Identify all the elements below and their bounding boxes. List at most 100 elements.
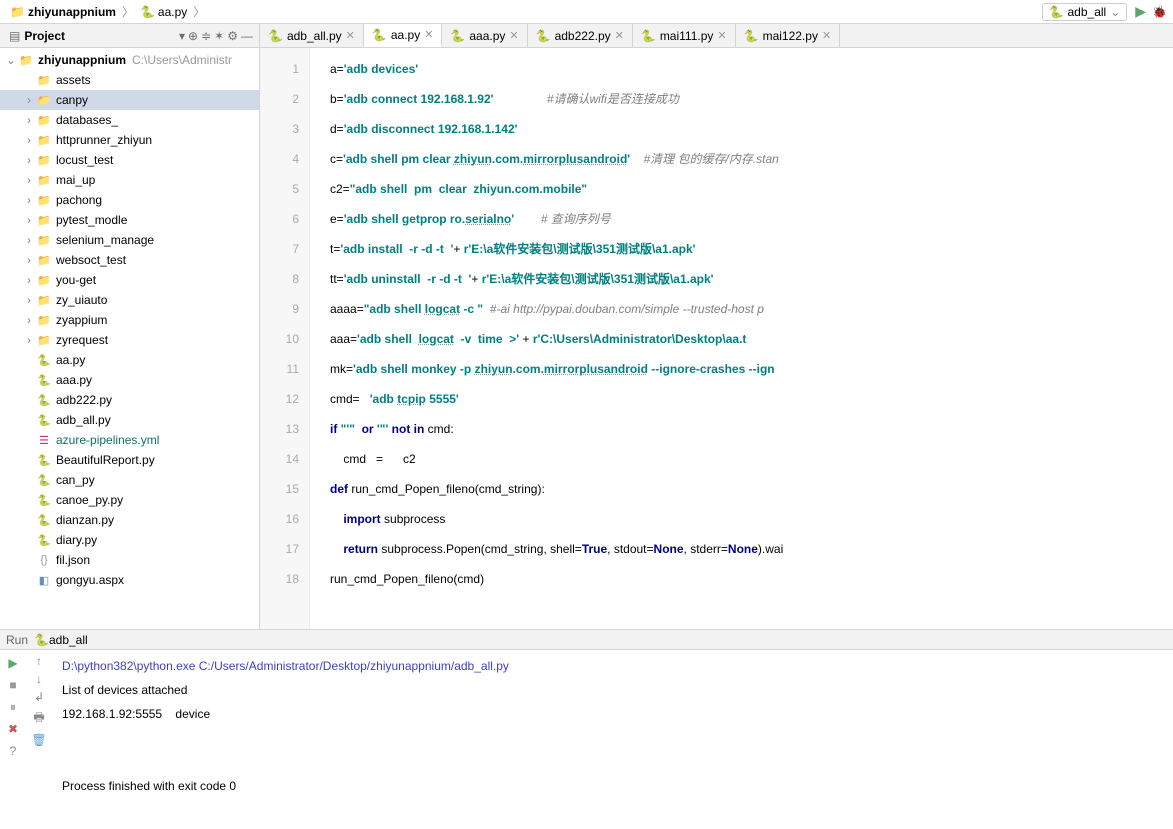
expander-icon[interactable]: › (22, 233, 36, 247)
tree-folder-item[interactable]: 📁assets (0, 70, 259, 90)
code-line[interactable]: a='adb devices' (330, 54, 1173, 84)
stop-button[interactable]: ■ (4, 676, 22, 694)
tree-folder-item[interactable]: ›📁mai_up (0, 170, 259, 190)
code-line[interactable]: if "'" or '"' not in cmd: (330, 414, 1173, 444)
tree-file-item[interactable]: 🐍diary.py (0, 530, 259, 550)
line-number: 15 (260, 474, 299, 504)
expander-icon[interactable]: › (22, 273, 36, 287)
select-opened-file-icon[interactable]: ⊕ (188, 29, 198, 43)
console-output[interactable]: D:\python382\python.exe C:/Users/Adminis… (52, 650, 1173, 829)
tree-file-item[interactable]: 🐍canoe_py.py (0, 490, 259, 510)
code-line[interactable]: run_cmd_Popen_fileno(cmd) (330, 564, 1173, 594)
code-line[interactable]: tt='adb uninstall -r -d -t '+ r'E:\a软件安装… (330, 264, 1173, 294)
close-tab-icon[interactable]: ✕ (346, 29, 355, 42)
expand-all-icon[interactable]: ≑ (201, 29, 211, 43)
tree-file-item[interactable]: 🐍dianzan.py (0, 510, 259, 530)
expander-icon[interactable]: › (22, 253, 36, 267)
tree-folder-item[interactable]: ›📁canpy (0, 90, 259, 110)
tree-file-item[interactable]: 🐍aa.py (0, 350, 259, 370)
expander-icon[interactable]: › (22, 293, 36, 307)
code-line[interactable]: b='adb connect 192.168.1.92' #请确认wifi是否连… (330, 84, 1173, 114)
code-line[interactable]: t='adb install -r -d -t '+ r'E:\a软件安装包\测… (330, 234, 1173, 264)
expander-icon[interactable]: › (22, 133, 36, 147)
tree-folder-item[interactable]: ›📁websoct_test (0, 250, 259, 270)
tree-file-item[interactable]: 🐍can_py (0, 470, 259, 490)
editor-tab[interactable]: 🐍mai111.py✕ (633, 24, 736, 47)
code-line[interactable]: e='adb shell getprop ro.serialno' # 查询序列… (330, 204, 1173, 234)
clear-button[interactable]: 🗑 (31, 733, 46, 747)
tree-file-item[interactable]: 🐍BeautifulReport.py (0, 450, 259, 470)
project-view-icon[interactable]: ▤ (9, 29, 20, 43)
close-tab-icon[interactable]: ✕ (509, 29, 518, 42)
editor-tab[interactable]: 🐍adb_all.py✕ (260, 24, 364, 47)
project-tree[interactable]: ⌄ 📁 zhiyunappnium C:\Users\Administr 📁as… (0, 48, 259, 629)
down-stack-button[interactable]: ↓ (36, 672, 42, 686)
code-line[interactable]: import subprocess (330, 504, 1173, 534)
editor-tab[interactable]: 🐍aaa.py✕ (442, 24, 527, 47)
expander-icon[interactable]: › (22, 173, 36, 187)
code-editor[interactable]: 123456789101112131415161718 a='adb devic… (260, 48, 1173, 629)
tree-folder-item[interactable]: ›📁pachong (0, 190, 259, 210)
tree-folder-item[interactable]: ›📁httprunner_zhiyun (0, 130, 259, 150)
tree-folder-item[interactable]: ›📁selenium_manage (0, 230, 259, 250)
breadcrumb-root[interactable]: 📁 zhiyunappnium (6, 3, 120, 21)
code-line[interactable]: return subprocess.Popen(cmd_string, shel… (330, 534, 1173, 564)
close-tab-icon[interactable]: ✕ (822, 29, 831, 42)
tree-file-item[interactable]: 🐍adb_all.py (0, 410, 259, 430)
editor-tab[interactable]: 🐍adb222.py✕ (528, 24, 633, 47)
expander-icon[interactable]: › (22, 93, 36, 107)
tree-file-item[interactable]: 🐍aaa.py (0, 370, 259, 390)
expander-icon[interactable]: › (22, 333, 36, 347)
exit-button[interactable]: ✖ (4, 720, 22, 738)
close-tab-icon[interactable]: ✕ (424, 28, 433, 41)
collapse-all-icon[interactable]: ✶ (214, 29, 224, 43)
code-line[interactable]: c2="adb shell pm clear zhiyun.com.mobile… (330, 174, 1173, 204)
dropdown-arrow-icon[interactable]: ▾ (179, 29, 185, 43)
code-line[interactable]: c='adb shell pm clear zhiyun.com.mirrorp… (330, 144, 1173, 174)
code-line[interactable]: def run_cmd_Popen_fileno(cmd_string): (330, 474, 1173, 504)
code-line[interactable]: aaa='adb shell logcat -v time >' + r'C:\… (330, 324, 1173, 354)
rerun-button[interactable]: ▶ (4, 654, 22, 672)
run-panel-config-label: adb_all (49, 633, 88, 647)
tree-folder-item[interactable]: ›📁zy_uiauto (0, 290, 259, 310)
expander-icon[interactable]: › (22, 313, 36, 327)
editor-code-area[interactable]: a='adb devices'b='adb connect 192.168.1.… (310, 48, 1173, 629)
code-line[interactable]: aaaa="adb shell logcat -c " #-ai http://… (330, 294, 1173, 324)
breadcrumb-file[interactable]: 🐍 aa.py (136, 3, 191, 21)
code-line[interactable]: d='adb disconnect 192.168.1.142' (330, 114, 1173, 144)
code-line[interactable]: cmd = c2 (330, 444, 1173, 474)
tree-file-item[interactable]: ◧gongyu.aspx (0, 570, 259, 590)
tree-file-item[interactable]: 🐍adb222.py (0, 390, 259, 410)
expander-icon[interactable]: › (22, 193, 36, 207)
tree-folder-item[interactable]: ›📁you-get (0, 270, 259, 290)
close-tab-icon[interactable]: ✕ (615, 29, 624, 42)
tree-folder-item[interactable]: ›📁zyappium (0, 310, 259, 330)
debug-button[interactable]: 🐞 (1152, 5, 1167, 19)
hide-panel-icon[interactable]: — (241, 29, 253, 43)
tree-file-item[interactable]: {}fil.json (0, 550, 259, 570)
expander-icon[interactable]: ⌄ (4, 53, 18, 67)
help-button[interactable]: ? (4, 742, 22, 760)
editor-tab[interactable]: 🐍aa.py✕ (364, 24, 443, 47)
pause-button[interactable]: ⏸ (4, 698, 22, 716)
tree-folder-item[interactable]: ›📁databases_ (0, 110, 259, 130)
print-button[interactable]: 🖶 (33, 708, 44, 729)
tree-folder-item[interactable]: ›📁locust_test (0, 150, 259, 170)
soft-wrap-button[interactable]: ↲ (34, 690, 44, 704)
expander-icon[interactable]: › (22, 113, 36, 127)
up-stack-button[interactable]: ↑ (36, 654, 42, 668)
expander-icon[interactable]: › (22, 153, 36, 167)
run-configuration-selector[interactable]: 🐍 adb_all ⌄ (1042, 3, 1128, 21)
tree-file-item[interactable]: ☰azure-pipelines.yml (0, 430, 259, 450)
close-tab-icon[interactable]: ✕ (717, 29, 726, 42)
editor-tab[interactable]: 🐍mai122.py✕ (736, 24, 841, 47)
tree-folder-item[interactable]: ›📁zyrequest (0, 330, 259, 350)
project-root-item[interactable]: ⌄ 📁 zhiyunappnium C:\Users\Administr (0, 50, 259, 70)
expander-icon[interactable]: › (22, 213, 36, 227)
run-button[interactable]: ▶ (1135, 3, 1146, 20)
code-line[interactable]: cmd= 'adb tcpip 5555' (330, 384, 1173, 414)
settings-gear-icon[interactable]: ⚙ (227, 29, 238, 43)
code-line[interactable]: mk='adb shell monkey -p zhiyun.com.mirro… (330, 354, 1173, 384)
console-line: List of devices attached (62, 678, 1163, 702)
tree-folder-item[interactable]: ›📁pytest_modle (0, 210, 259, 230)
